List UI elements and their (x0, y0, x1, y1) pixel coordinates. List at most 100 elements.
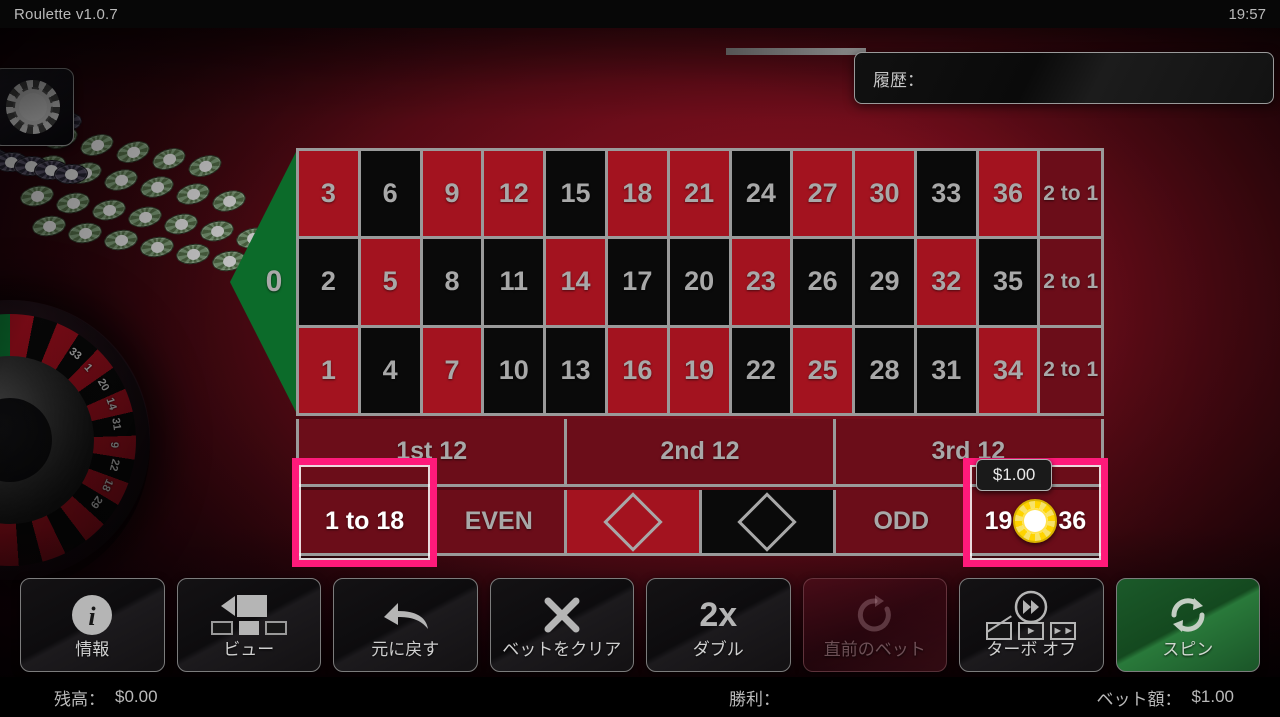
number-label: 11 (499, 266, 529, 297)
bet-amount-field: ベット額： $1.00 (866, 685, 1280, 710)
wheel-number-31: 31 (109, 417, 123, 431)
bet-cell-black[interactable] (701, 490, 833, 553)
bet-cell-dozen-1[interactable]: 1st 12 (299, 419, 565, 484)
number-label: 1 (320, 354, 336, 385)
undo-label: 元に戻す (371, 640, 440, 659)
red-diamond-icon (603, 491, 663, 552)
number-label: 14 (560, 266, 591, 297)
history-label: 履歴： (873, 70, 924, 90)
bet-cell-number-9[interactable]: 9 (422, 151, 482, 237)
rack-chip (0, 151, 29, 173)
bet-cell-number-34[interactable]: 34 (978, 327, 1038, 413)
number-label: 30 (869, 178, 900, 209)
status-bar: 残高： $0.00 勝利： ベット額： $1.00 (0, 677, 1280, 717)
title-bar: Roulette v1.0.7 19:57 (0, 0, 1280, 28)
bet-cell-number-15[interactable]: 15 (546, 151, 605, 237)
range-high-label: 36 (1058, 507, 1087, 535)
spin-label: スピン (1162, 640, 1214, 659)
clear-label: ベットをクリア (502, 640, 622, 659)
bet-cell-number-13[interactable]: 13 (546, 327, 605, 413)
bet-cell-column-1[interactable]: 2 to 1 (1040, 151, 1101, 237)
bet-cell-number-16[interactable]: 16 (607, 327, 667, 413)
number-grid: 3 6 9 12 15 18 21 24 27 30 33 36 2 to 1 2 5 8 11 14 17 20 23… (296, 148, 1104, 416)
wheel-number-9: 9 (107, 441, 121, 449)
balance-label: 残高： (54, 689, 105, 709)
bet-cell-number-29[interactable]: 29 (855, 239, 914, 325)
history-panel[interactable]: 履歴： (854, 52, 1274, 104)
bet-cell-number-2[interactable]: 2 (299, 239, 358, 325)
turbo-button[interactable]: ► ►► ターボ オフ (959, 578, 1104, 672)
spin-button[interactable]: スピン (1115, 578, 1260, 672)
bet-cell-number-10[interactable]: 10 (484, 327, 544, 413)
column-bet-label: 2 to 1 (1043, 181, 1099, 205)
win-label: 勝利： (729, 689, 780, 709)
number-label: 12 (498, 178, 529, 209)
clear-button[interactable]: ベットをクリア (489, 578, 634, 672)
chip-selector-button[interactable] (0, 68, 74, 146)
bet-cell-number-17[interactable]: 17 (607, 239, 667, 325)
bet-cell-dozen-3[interactable]: 3rd 12 (835, 419, 1101, 484)
x-icon (542, 592, 582, 638)
dozen-label: 2nd 12 (660, 437, 740, 465)
bet-cell-number-14[interactable]: 14 (546, 239, 605, 325)
2x-icon: 2x (699, 592, 737, 638)
bet-cell-number-24[interactable]: 24 (731, 151, 791, 237)
bet-cell-number-28[interactable]: 28 (855, 327, 914, 413)
bet-cell-number-19[interactable]: 19 (669, 327, 729, 413)
bet-cell-number-12[interactable]: 12 (484, 151, 544, 237)
double-label: ダブル (692, 640, 744, 659)
number-label: 20 (684, 266, 715, 297)
wheel-number-33: 33 (67, 345, 85, 363)
bet-cell-number-30[interactable]: 30 (855, 151, 914, 237)
bet-cell-number-31[interactable]: 31 (916, 327, 976, 413)
bet-cell-zero[interactable]: 0 (230, 148, 298, 416)
bet-cell-number-36[interactable]: 36 (978, 151, 1038, 237)
turbo-single-icon: ► (1018, 622, 1045, 640)
bet-cell-number-20[interactable]: 20 (669, 239, 729, 325)
bet-cell-red[interactable] (567, 490, 699, 553)
double-button[interactable]: 2x ダブル (646, 578, 791, 672)
bet-cell-column-3[interactable]: 2 to 1 (1040, 327, 1101, 413)
bet-cell-1-to-18[interactable]: 1 to 18 (299, 490, 431, 553)
bet-cell-number-26[interactable]: 26 (793, 239, 853, 325)
bet-cell-number-32[interactable]: 32 (916, 239, 976, 325)
undo-button[interactable]: 元に戻す (333, 578, 478, 672)
bet-cell-number-21[interactable]: 21 (669, 151, 729, 237)
bet-cell-number-6[interactable]: 6 (360, 151, 420, 237)
bet-cell-number-33[interactable]: 33 (916, 151, 976, 237)
bet-cell-number-4[interactable]: 4 (360, 327, 420, 413)
bet-cell-column-2[interactable]: 2 to 1 (1040, 239, 1101, 325)
number-label: 8 (444, 266, 460, 297)
bet-cell-number-8[interactable]: 8 (422, 239, 482, 325)
bet-amount-value: $1.00 (1191, 687, 1234, 706)
bet-cell-number-35[interactable]: 35 (978, 239, 1038, 325)
number-label: 7 (444, 354, 460, 385)
bet-cell-number-18[interactable]: 18 (607, 151, 667, 237)
bet-cell-dozen-2[interactable]: 2nd 12 (567, 419, 833, 484)
view-button[interactable]: ビュー (176, 578, 321, 672)
info-icon: i (70, 592, 114, 638)
bet-cell-number-11[interactable]: 11 (484, 239, 544, 325)
betting-layout: 0 3 6 9 12 15 18 21 24 27 30 33 36 2 to 1 2 5 8 11 14 17 20… (230, 148, 1108, 567)
bet-cell-number-23[interactable]: 23 (731, 239, 791, 325)
rack-chip (13, 155, 49, 177)
info-button[interactable]: i 情報 (20, 578, 165, 672)
bet-cell-number-5[interactable]: 5 (360, 239, 420, 325)
zero-label: 0 (265, 265, 283, 298)
bet-cell-number-27[interactable]: 27 (793, 151, 853, 237)
chip-icon (6, 80, 60, 134)
wheel-number-ring (0, 314, 136, 566)
rack-chip (54, 189, 92, 217)
number-label: 2 (320, 266, 336, 297)
number-label: 4 (382, 354, 398, 385)
wheel-outer-rim (0, 300, 150, 580)
bet-cell-number-7[interactable]: 7 (422, 327, 482, 413)
number-label: 10 (498, 354, 529, 385)
rack-chip (30, 213, 68, 239)
bet-cell-even[interactable]: EVEN (433, 490, 565, 553)
bet-cell-odd[interactable]: ODD (835, 490, 967, 553)
bet-cell-number-22[interactable]: 22 (731, 327, 791, 413)
bet-cell-number-25[interactable]: 25 (793, 327, 853, 413)
bet-cell-number-3[interactable]: 3 (299, 151, 358, 237)
bet-cell-number-1[interactable]: 1 (299, 327, 358, 413)
